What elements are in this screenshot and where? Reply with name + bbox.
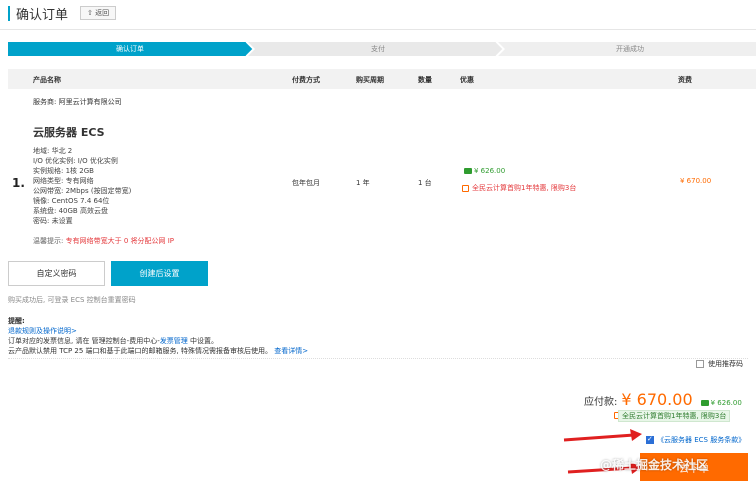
billing-cell: 包年包月	[292, 179, 320, 187]
spec-instance: 实例规格: 1核 2GB	[33, 167, 94, 175]
watermark: @稀土掘金技术社区	[600, 458, 709, 472]
invoice-line-text: 订单对应的发票信息, 请在 管理控制台-费用中心-	[8, 337, 160, 345]
agreement[interactable]: 《云服务器 ECS 服务条款》	[646, 435, 745, 445]
title-accent-bar	[8, 5, 10, 21]
recommend-label: 使用推荐码	[708, 360, 743, 368]
spec-network: 网络类型: 专有网络	[33, 177, 94, 185]
page-title: 确认订单	[16, 7, 69, 23]
divider	[8, 358, 748, 359]
amount-due: 应付款: ¥ 670.00 ¥ 626.00	[584, 390, 742, 409]
discount-promo-text: 全民云计算首购1年特惠, 限购3台	[472, 184, 577, 192]
set-after-create-button[interactable]: 创建后设置	[111, 261, 208, 286]
back-button[interactable]: ⇧ 返回	[80, 6, 117, 20]
step-pay: 支付	[371, 45, 385, 53]
spec-disk: 系统盘: 40GB 高效云盘	[33, 207, 108, 215]
row-index: 1.	[12, 176, 25, 190]
invoice-line-tail: 中设置。	[187, 337, 218, 345]
custom-password-button[interactable]: 自定义密码	[8, 261, 105, 286]
invoice-manage-link[interactable]: 发票管理	[160, 337, 188, 345]
due-discount-text: ¥ 626.00	[710, 399, 742, 407]
coupon-icon	[700, 400, 709, 406]
col-billing: 付费方式	[292, 76, 320, 84]
coupon-icon	[464, 168, 472, 174]
discount-promo: 全民云计算首购1年特惠, 限购3台	[462, 183, 576, 193]
discount-amount-text: ¥ 626.00	[474, 167, 506, 175]
recommend-checkbox[interactable]	[696, 360, 704, 368]
agreement-link[interactable]: 《云服务器 ECS 服务条款》	[657, 435, 745, 445]
reminder-title: 提醒:	[8, 317, 25, 325]
col-quantity: 数量	[418, 76, 432, 84]
warm-tip: 温馨提示: 专有网络带宽大于 0 将分配公网 IP	[33, 236, 174, 246]
password-note: 购买成功后, 可登录 ECS 控制台重置密码	[8, 296, 136, 304]
agreement-checkbox[interactable]	[646, 435, 654, 444]
period-cell: 1 年	[356, 179, 370, 187]
due-label: 应付款:	[584, 397, 618, 408]
col-price: 资费	[678, 76, 692, 84]
col-period: 购买周期	[356, 76, 384, 84]
provider-text: 服务商: 阿里云计算有限公司	[33, 98, 122, 106]
port-line-text: 云产品默认禁用 TCP 25 端口和基于此端口的邮箱服务, 特殊情况需报备审核后…	[8, 347, 273, 355]
step-activated: 开通成功	[616, 45, 644, 53]
view-details-link[interactable]: 查看详情>	[274, 347, 308, 355]
spec-io: I/O 优化实例: I/O 优化实例	[33, 157, 118, 165]
reminder-block: 提醒: 退款规则及操作说明> 订单对应的发票信息, 请在 管理控制台-费用中心-…	[8, 316, 308, 356]
order-table-header: 产品名称 付费方式 购买周期 数量 优惠 资费	[8, 69, 756, 89]
quantity-cell: 1 台	[418, 179, 432, 187]
discount-amount: ¥ 626.00	[464, 167, 505, 175]
due-amount: ¥ 670.00	[621, 390, 693, 409]
annotation-arrow-1	[563, 429, 642, 442]
invoice-line: 订单对应的发票信息, 请在 管理控制台-费用中心-发票管理 中设置。	[8, 336, 308, 346]
spec-region: 地域: 华北 2	[33, 147, 73, 155]
spec-image: 镜像: CentOS 7.4 64位	[33, 197, 110, 205]
page-header: 确认订单 ⇧ 返回	[8, 4, 117, 23]
step-confirm-order: 确认订单	[116, 45, 144, 53]
due-discount: ¥ 626.00	[700, 399, 742, 407]
promo-icon	[462, 184, 469, 192]
header-divider	[0, 29, 756, 30]
warm-tip-label: 温馨提示:	[33, 237, 64, 245]
price-cell: ¥ 670.00	[680, 177, 712, 185]
order-steps: 确认订单 支付 开通成功	[8, 42, 756, 56]
product-name: 云服务器 ECS	[33, 126, 105, 139]
port-line: 云产品默认禁用 TCP 25 端口和基于此端口的邮箱服务, 特殊情况需报备审核后…	[8, 346, 308, 356]
warm-tip-text: 专有网络带宽大于 0 将分配公网 IP	[65, 237, 175, 245]
refund-rules-link[interactable]: 退款规则及操作说明>	[8, 326, 308, 336]
spec-password: 密码: 未设置	[33, 217, 73, 225]
col-discount: 优惠	[460, 76, 474, 84]
col-product-name: 产品名称	[33, 76, 61, 84]
promo-badge: 全民云计算首购1年特惠, 限购3台	[618, 410, 731, 422]
spec-bandwidth: 公网带宽: 2Mbps (按固定带宽)	[33, 187, 132, 195]
recommend-code[interactable]: 使用推荐码	[696, 359, 743, 369]
product-specs: 地域: 华北 2 I/O 优化实例: I/O 优化实例 实例规格: 1核 2GB…	[33, 146, 131, 226]
